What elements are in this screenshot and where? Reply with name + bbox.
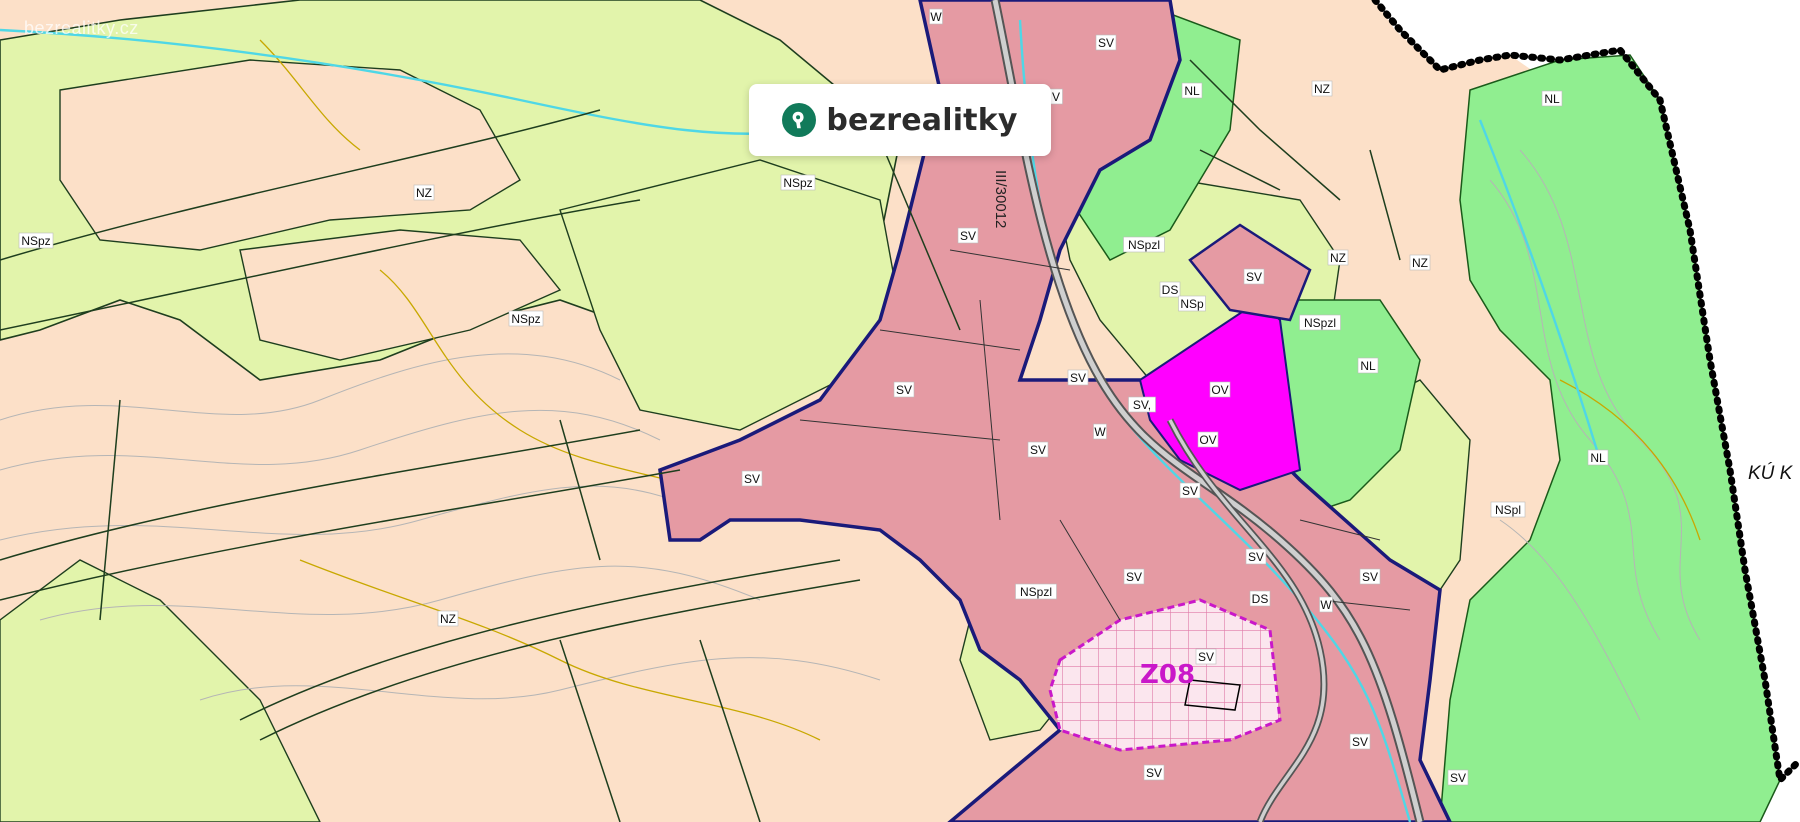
zone-label-ds-lower: DS — [1249, 590, 1271, 607]
zone-label-sv-z08: SV — [1195, 648, 1217, 665]
zone-label-sv-lower: SV — [1245, 548, 1267, 565]
zone-label-text: NSpzl — [1304, 316, 1336, 330]
zone-label-text: SV — [1352, 735, 1368, 749]
map-pin-key-icon — [782, 103, 817, 137]
zone-label-nspzl-mid: NSpzl — [1123, 236, 1165, 253]
zone-label-nspz-mid: NSpz — [508, 310, 544, 327]
zone-label-text: NZ — [440, 612, 456, 626]
zone-label-nz-far-right: NZ — [1409, 254, 1431, 271]
zone-label-ov-2: OV — [1197, 431, 1219, 448]
zone-label-text: OV — [1211, 383, 1228, 397]
zone-label-text: SV — [1030, 443, 1046, 457]
zone-label-sv-road: SV — [957, 227, 979, 244]
zone-label-text: DS — [1162, 283, 1179, 297]
zone-label-text: V — [1052, 90, 1060, 104]
zone-label-text: SV — [1126, 570, 1142, 584]
zone-label-text: NSpzl — [1020, 585, 1052, 599]
zone-label-sv-top: SV — [1095, 34, 1117, 51]
zone-label-text: DS — [1252, 592, 1269, 606]
zone-label-text: SV — [1198, 650, 1214, 664]
zone-label-w-lower: W — [1319, 596, 1333, 613]
zone-code-label: Z08 — [1140, 660, 1195, 690]
brand-name: bezrealitky — [826, 102, 1018, 138]
zone-label-text: SV — [1098, 36, 1114, 50]
zone-label-text: W — [930, 10, 942, 24]
zone-label-sv-mid2: SV — [1027, 441, 1049, 458]
zone-label-text: SV — [960, 229, 976, 243]
watermark-text: bezrealitky.cz — [24, 18, 139, 38]
zone-label-nl-mid: NL — [1357, 357, 1379, 374]
zone-label-text: SV — [896, 383, 912, 397]
zone-label-nspl: NSpl — [1490, 501, 1526, 518]
zone-label-sv-small: SV, — [1128, 396, 1156, 413]
zone-label-text: NL — [1360, 359, 1376, 373]
brand-card[interactable]: bezrealitky — [749, 84, 1051, 156]
zone-label-text: NSpz — [783, 176, 812, 190]
zone-label-text: NSpz — [21, 234, 50, 248]
zone-label-text: SV — [1070, 371, 1086, 385]
zone-label-sv-near-ov: SV — [1067, 369, 1089, 386]
zone-label-text: NZ — [1314, 82, 1330, 96]
zone-label-ds-mid: DS — [1159, 281, 1181, 298]
zone-label-text: SV — [1248, 550, 1264, 564]
zone-label-text: NZ — [1412, 256, 1428, 270]
zone-label-text: NSpl — [1495, 503, 1521, 517]
zone-label-text: SV — [1450, 771, 1466, 785]
zone-label-nsp-mid: NSp — [1178, 295, 1206, 312]
zoning-map[interactable]: W SV V NL NZ NL NSpz NZ NSpz SV NSpzl SV NZ NZ DS NSp NS… — [0, 0, 1800, 822]
zone-label-sv-lower3: SV — [1123, 568, 1145, 585]
zone-label-text: NSp — [1180, 297, 1204, 311]
zone-label-text: SV — [1362, 570, 1378, 584]
zone-label-w-mid: W — [1093, 423, 1107, 440]
zone-label-text: NZ — [416, 186, 432, 200]
zone-label-nl-right-top: NL — [1541, 90, 1563, 107]
zone-label-nspz-center: NSpz — [780, 174, 816, 191]
zone-label-nspz-left: NSpz — [18, 232, 54, 249]
zone-label-text: SV — [1182, 484, 1198, 498]
zone-label-sv-plot: SV — [1243, 268, 1265, 285]
zone-label-w-top: W — [929, 8, 943, 25]
zone-label-text: NZ — [1330, 251, 1346, 265]
zone-label-text: NL — [1184, 84, 1200, 98]
zone-label-v-top: V — [1049, 88, 1063, 105]
zone-label-text: SV — [744, 472, 760, 486]
zone-label-text: NSpz — [511, 312, 540, 326]
zone-label-nz-right: NZ — [1327, 249, 1349, 266]
zone-label-nspzl-lower: NSpzl — [1015, 583, 1057, 600]
zone-label-sv-center: SV — [893, 381, 915, 398]
zone-label-text: NL — [1544, 92, 1560, 106]
zone-label-sv-creek: SV — [1179, 482, 1201, 499]
zone-label-nl-top: NL — [1181, 82, 1203, 99]
zone-label-text: SV — [1246, 270, 1262, 284]
zone-label-text: OV — [1199, 433, 1216, 447]
zone-label-sv-bottom: SV — [1143, 764, 1165, 781]
zone-label-nl-right: NL — [1587, 449, 1609, 466]
zone-label-sv-bottom-right: SV — [1349, 733, 1371, 750]
zone-label-nspzl-right: NSpzl — [1299, 314, 1341, 331]
zone-label-text: NL — [1590, 451, 1606, 465]
zone-label-nz-bottom: NZ — [437, 610, 459, 627]
zone-label-text: SV, — [1133, 398, 1151, 412]
zone-label-ov-1: OV — [1209, 381, 1231, 398]
zone-label-text: SV — [1146, 766, 1162, 780]
zone-label-sv-left: SV — [741, 470, 763, 487]
road-code-label: III/30012 — [992, 170, 1009, 228]
zone-label-sv-lower2: SV — [1359, 568, 1381, 585]
zone-label-sv-corner: SV — [1447, 769, 1469, 786]
zone-label-nz-left: NZ — [413, 184, 435, 201]
cadastral-label: KÚ K — [1748, 462, 1794, 484]
zone-label-text: NSpzl — [1128, 238, 1160, 252]
zone-label-text: W — [1094, 425, 1106, 439]
zone-label-text: W — [1320, 598, 1332, 612]
zone-label-nz-top: NZ — [1311, 80, 1333, 97]
